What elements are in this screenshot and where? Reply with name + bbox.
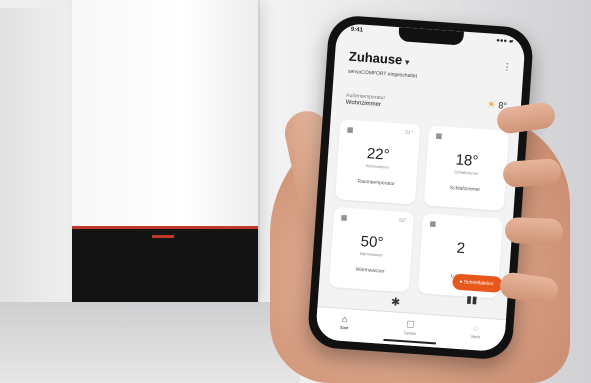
nav-item-more[interactable]: ◌ Mehr	[456, 322, 497, 341]
status-time: 9:41	[350, 26, 364, 34]
tile-bedroom-temp[interactable]: ▦ 18° Schlafzimmer Schlafzimmer	[423, 125, 510, 211]
finger	[504, 216, 564, 246]
page-title-text: Zuhause	[348, 48, 403, 68]
chevron-down-icon: ▾	[404, 57, 410, 67]
nav-label: Mehr	[470, 333, 481, 340]
device-icon: ▮▮	[465, 294, 478, 307]
tile-badge: 50°	[398, 217, 407, 225]
tile-label: Schlafzimmer	[449, 185, 481, 194]
phone-notch	[398, 27, 464, 46]
nav-label: Start	[339, 324, 349, 331]
boiler-control-panel	[72, 229, 258, 302]
location-value: Wohnzimmer	[345, 99, 382, 109]
floor-shadow	[0, 302, 300, 383]
boiler-logo-mark	[152, 235, 174, 238]
phone-screen: 9:41 ●●● ▰ Zuhause ▾ ⋮ sensoCOMFORT einge…	[315, 22, 526, 353]
status-icons: ●●● ▰	[496, 37, 514, 46]
snowflake-icon[interactable]: ✱	[391, 295, 401, 309]
more-icon: ◌	[473, 323, 480, 334]
boiler-side-panel	[0, 8, 72, 308]
nav-item-home[interactable]: ⌂ Start	[324, 313, 365, 332]
bottom-nav: ⌂ Start ▢ Geräte ◌ Mehr	[315, 306, 507, 353]
calendar-icon: ▦	[429, 220, 437, 229]
tile-label: Raumtemperatur	[357, 178, 396, 188]
quick-action-button[interactable]: ● Schnellaktion	[451, 273, 503, 293]
home-indicator	[383, 338, 437, 345]
photo-scene: 9:41 ●●● ▰ Zuhause ▾ ⋮ sensoCOMFORT einge…	[0, 0, 591, 383]
smartphone: 9:41 ●●● ▰ Zuhause ▾ ⋮ sensoCOMFORT einge…	[306, 14, 535, 361]
home-icon: ⌂	[341, 313, 348, 325]
nav-label: Geräte	[403, 330, 417, 337]
calendar-icon: ▦	[340, 214, 348, 222]
calendar-icon: ▦	[435, 132, 443, 141]
tile-value: 2	[456, 239, 466, 258]
tile-hot-water[interactable]: ▦ 50° 50° Warmwasser Warmwasser	[328, 207, 415, 293]
sun-icon: ☀	[486, 99, 497, 112]
tile-room-temp[interactable]: ▦ 21° 22° Wohnzimmer Raumtemperatur	[334, 119, 421, 205]
system-status: sensoCOMFORT eingeschaltet	[347, 68, 418, 80]
devices-icon: ▢	[405, 318, 416, 329]
tile-badge: 21°	[405, 129, 413, 137]
nav-item-devices[interactable]: ▢ Geräte	[390, 317, 431, 337]
menu-icon[interactable]: ⋮	[502, 61, 512, 73]
calendar-icon: ▦	[346, 126, 354, 135]
tile-label: Warmwasser	[355, 266, 385, 275]
page-title[interactable]: Zuhause ▾	[348, 49, 409, 68]
tile-grid: ▦ 21° 22° Wohnzimmer Raumtemperatur ▦ 18…	[328, 119, 510, 299]
finger	[502, 158, 562, 188]
